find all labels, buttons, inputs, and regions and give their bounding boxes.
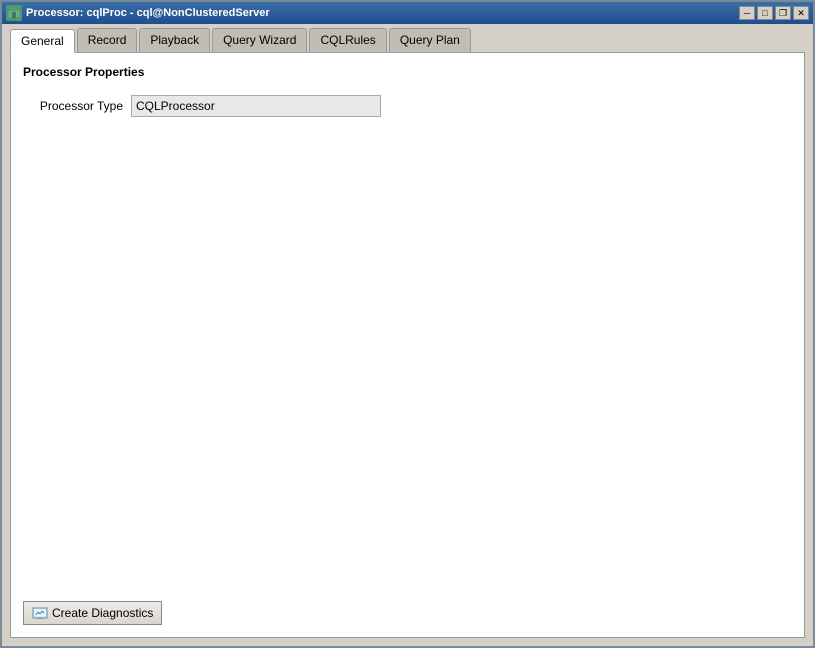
tab-query-wizard[interactable]: Query Wizard [212,28,307,52]
tab-record[interactable]: Record [77,28,138,52]
tab-cql-rules[interactable]: CQLRules [309,28,386,52]
button-area: Create Diagnostics [23,601,162,625]
title-bar: Processor: cqlProc - cql@NonClusteredSer… [2,2,813,24]
processor-type-input[interactable] [131,95,381,117]
title-bar-left: Processor: cqlProc - cql@NonClusteredSer… [6,5,270,21]
processor-type-label: Processor Type [23,99,123,113]
create-diagnostics-button[interactable]: Create Diagnostics [23,601,162,625]
close-button[interactable]: ✕ [793,6,809,20]
tab-general[interactable]: General [10,29,75,53]
processor-type-row: Processor Type [23,95,792,117]
diagnostics-icon [32,605,48,621]
app-icon [6,5,22,21]
main-window: Processor: cqlProc - cql@NonClusteredSer… [0,0,815,648]
content-area: Processor Properties Processor Type [10,52,805,638]
tab-bar: General Record Playback Query Wizard CQL… [2,24,813,52]
minimize-button[interactable]: ─ [739,6,755,20]
title-bar-buttons: ─ □ ❐ ✕ [739,6,809,20]
section-title: Processor Properties [23,65,792,79]
tab-query-plan[interactable]: Query Plan [389,28,471,52]
tab-playback[interactable]: Playback [139,28,210,52]
maximize-button[interactable]: □ [757,6,773,20]
create-diagnostics-label: Create Diagnostics [52,606,153,620]
restore-button[interactable]: ❐ [775,6,791,20]
window-title: Processor: cqlProc - cql@NonClusteredSer… [26,7,270,19]
